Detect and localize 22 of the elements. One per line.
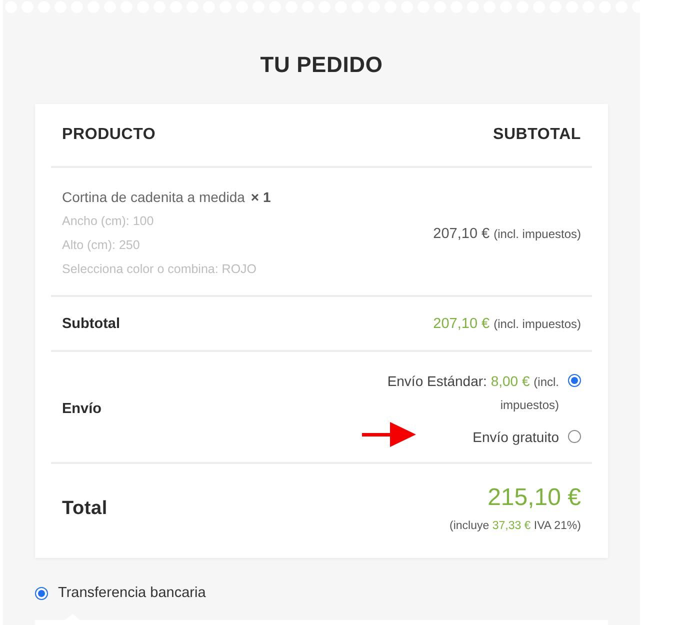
total-amount: 215,10 € — [488, 483, 581, 513]
shipping-option-label[interactable]: Envío Estándar: 8,00 € (incl. impuestos) — [381, 370, 559, 416]
product-option: Selecciona color o combina: ROJO — [62, 257, 271, 281]
product-name: Cortina de cadenita a medida — [62, 189, 245, 205]
column-header: SUBTOTAL — [492, 126, 581, 144]
subtotal-amount: 207,10 € (incl. impuestos) — [433, 316, 581, 332]
product-price: 207,10 € (incl. impuestos) — [433, 226, 581, 242]
column-header: PRODUCTO — [62, 126, 156, 144]
payment-method-label[interactable]: Transferencia bancaria — [58, 585, 206, 601]
radio-button[interactable] — [568, 430, 581, 443]
product-option: Ancho (cm): 100 — [62, 209, 271, 233]
pointer-arrow-icon — [362, 422, 416, 447]
product-quantity: × 1 — [250, 189, 271, 205]
product-option: Alto (cm): 250 — [62, 233, 271, 257]
tax-note: (incluye 37,33 € IVA 21%) — [450, 519, 581, 534]
total-label: Total — [62, 498, 108, 520]
radio-button[interactable] — [35, 586, 48, 600]
subtotal-label: Subtotal — [62, 316, 120, 332]
shipping-label: Envío — [62, 401, 102, 417]
radio-button[interactable] — [568, 374, 581, 387]
order-title: TU PEDIDO — [259, 52, 384, 78]
shipping-option-label[interactable]: Envío gratuito — [472, 426, 559, 448]
